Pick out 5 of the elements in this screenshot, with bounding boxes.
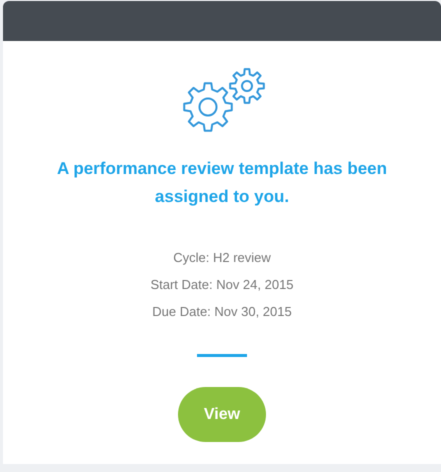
message-title: A performance review template has been assigned to you. (56, 158, 388, 208)
detail-text: Due Date: Nov 30, 2015 (152, 303, 292, 320)
detail-text: Cycle: H2 review (173, 249, 271, 266)
detail-text: Start Date: Nov 24, 2015 (150, 276, 294, 293)
view-button[interactable]: View (178, 387, 266, 442)
